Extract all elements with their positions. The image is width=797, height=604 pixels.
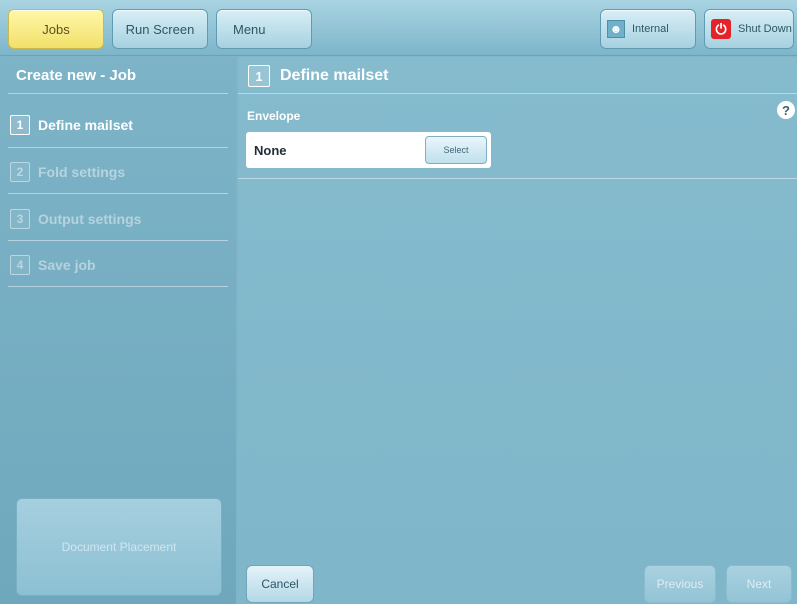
step-label: Define mailset: [38, 117, 133, 133]
cancel-button-label: Cancel: [261, 577, 299, 591]
divider: [238, 93, 797, 94]
step-label: Fold settings: [38, 164, 126, 180]
divider: [8, 240, 228, 241]
sidebar-title: Create new - Job: [16, 67, 137, 84]
envelope-label: Envelope: [247, 109, 301, 123]
help-icon[interactable]: ?: [777, 101, 795, 119]
document-placement-button[interactable]: Document Placement: [16, 498, 222, 596]
document-placement-label: Document Placement: [61, 540, 177, 554]
internal-user-button[interactable]: ☻ Internal: [600, 9, 696, 49]
sidebar-step-define-mailset[interactable]: 1 Define mailset: [10, 102, 228, 148]
step-number: 3: [10, 209, 30, 229]
main-panel: 1 Define mailset ? Envelope None Select …: [238, 57, 797, 604]
page-title: 1 Define mailset: [248, 65, 388, 87]
jobs-tab[interactable]: Jobs: [8, 9, 104, 49]
page-title-label: Define mailset: [280, 67, 389, 84]
sidebar-step-fold-settings[interactable]: 2 Fold settings: [10, 149, 228, 195]
user-icon: ☻: [607, 20, 625, 38]
divider: [238, 178, 797, 179]
select-envelope-button[interactable]: Select: [425, 136, 487, 164]
step-number: 4: [10, 255, 30, 275]
divider: [8, 193, 228, 194]
top-bar: Jobs Run Screen Menu ☻ Internal ⏻ Shut D…: [0, 0, 797, 56]
run-screen-tab[interactable]: Run Screen: [112, 9, 208, 49]
select-button-label: Select: [443, 145, 469, 155]
next-button[interactable]: Next: [726, 565, 792, 603]
envelope-field: None Select: [246, 132, 491, 168]
cancel-button[interactable]: Cancel: [246, 565, 314, 603]
menu-tab[interactable]: Menu: [216, 9, 312, 49]
divider: [8, 286, 228, 287]
next-button-label: Next: [746, 577, 772, 591]
step-number: 2: [10, 162, 30, 182]
power-icon: ⏻: [711, 19, 731, 39]
step-label: Output settings: [38, 211, 142, 227]
sidebar-step-output-settings[interactable]: 3 Output settings: [10, 196, 228, 242]
step-number: 1: [10, 115, 30, 135]
menu-tab-label: Menu: [233, 21, 266, 37]
step-label: Save job: [38, 257, 96, 273]
sidebar-step-save-job[interactable]: 4 Save job: [10, 242, 228, 288]
shutdown-button[interactable]: ⏻ Shut Down: [704, 9, 794, 49]
run-screen-tab-label: Run Screen: [125, 21, 195, 37]
previous-button-label: Previous: [656, 577, 704, 591]
envelope-value: None: [254, 142, 287, 158]
shutdown-label: Shut Down: [738, 23, 792, 35]
divider: [8, 93, 228, 94]
divider: [8, 147, 228, 148]
previous-button[interactable]: Previous: [644, 565, 716, 603]
step-number: 1: [248, 65, 270, 87]
sidebar: Create new - Job 1 Define mailset 2 Fold…: [0, 57, 236, 604]
internal-user-label: Internal: [632, 23, 669, 35]
jobs-tab-label: Jobs: [42, 21, 70, 37]
